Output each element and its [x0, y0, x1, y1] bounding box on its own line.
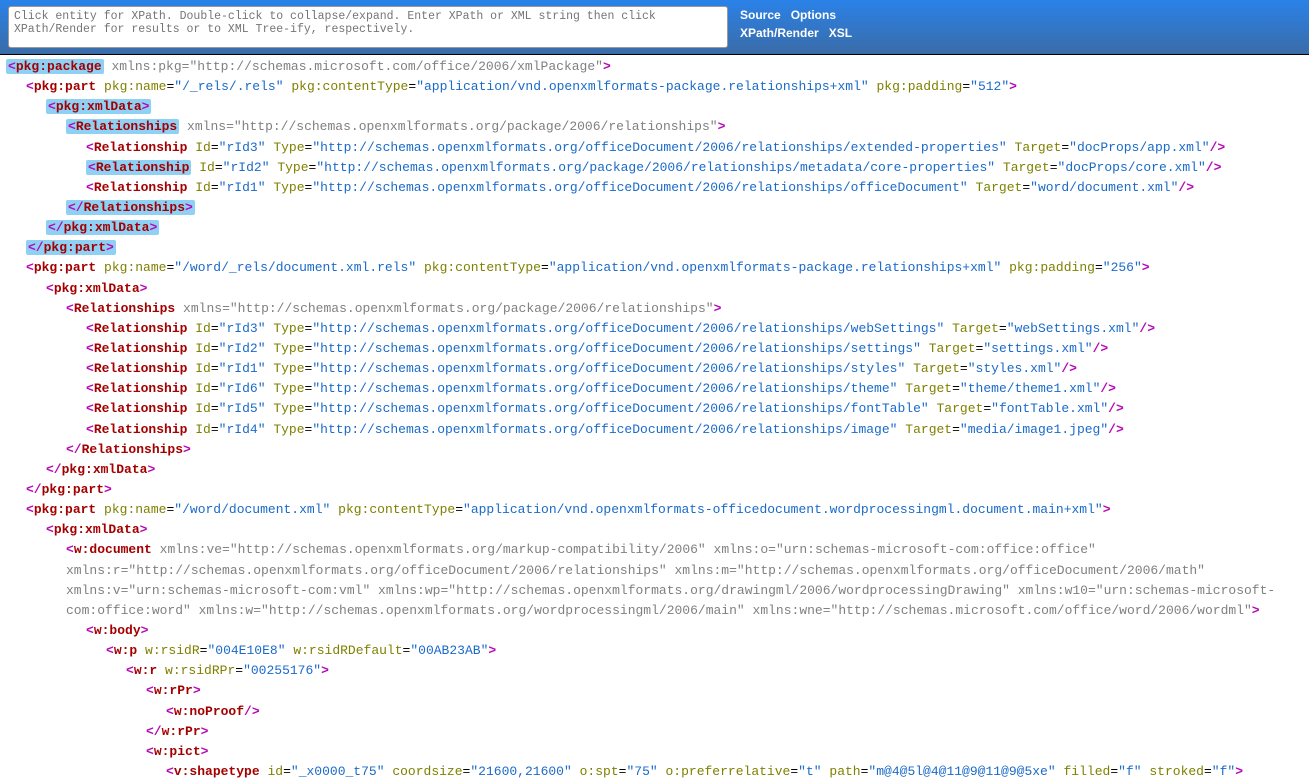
source-link[interactable]: Source [740, 8, 781, 22]
header-toolbar: Source Options XPath/Render XSL [0, 0, 1309, 55]
xpath-render-link[interactable]: XPath/Render [740, 26, 819, 40]
header-links: Source Options XPath/Render XSL [740, 6, 852, 40]
options-link[interactable]: Options [791, 8, 836, 22]
xsl-link[interactable]: XSL [829, 26, 852, 40]
xml-tree[interactable]: <pkg:package xmlns:pkg="http://schemas.m… [0, 55, 1309, 784]
xpath-input[interactable] [8, 6, 728, 48]
